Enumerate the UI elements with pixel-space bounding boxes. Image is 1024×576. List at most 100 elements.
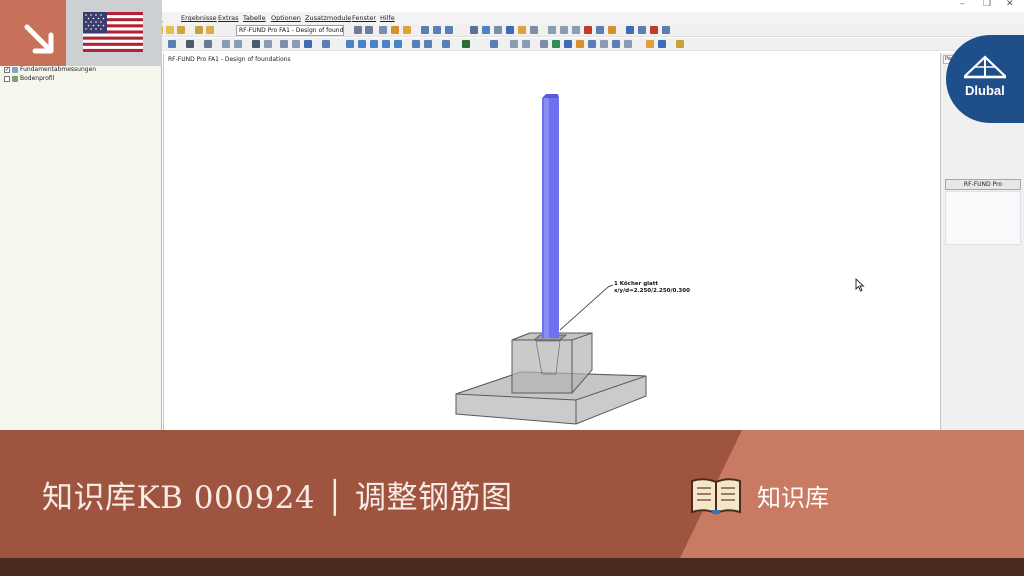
checkbox-checked-icon[interactable]: ✓ <box>4 66 10 73</box>
section-icon[interactable] <box>433 26 441 34</box>
zoom-previous-icon[interactable] <box>394 40 402 48</box>
node-icon[interactable] <box>548 26 556 34</box>
chart-icon[interactable] <box>676 40 684 48</box>
release-icon[interactable] <box>612 40 620 48</box>
mirror-icon[interactable] <box>280 40 288 48</box>
layers-icon[interactable] <box>462 40 470 48</box>
filter-icon[interactable] <box>186 40 194 48</box>
3d-viewport[interactable]: RF-FUND Pro FA1 - Design of foundations … <box>163 54 938 430</box>
annotation-leader-end <box>607 284 614 288</box>
zoom-out-icon[interactable] <box>358 40 366 48</box>
undo-icon[interactable] <box>322 40 330 48</box>
scale-icon[interactable] <box>292 40 300 48</box>
project-navigator: ✓ Fundamentabmessungen Bodenprofil <box>0 53 162 430</box>
copy-icon[interactable] <box>264 40 272 48</box>
snap-icon[interactable] <box>222 40 230 48</box>
menu-item-fenster[interactable]: Fenster <box>352 14 376 22</box>
grid-icon[interactable] <box>596 26 604 34</box>
previous-icon[interactable] <box>354 26 362 34</box>
menu-item-hilfe[interactable]: Hilfe <box>380 14 395 22</box>
help-icon[interactable] <box>626 26 634 34</box>
zoom-all-icon[interactable] <box>370 40 378 48</box>
set-icon[interactable] <box>624 40 632 48</box>
wireframe-icon[interactable] <box>412 40 420 48</box>
next-icon[interactable] <box>365 26 373 34</box>
model-icon[interactable] <box>552 40 560 48</box>
annotation-label-2: x/y/d=2.250/2.250/0.300 <box>614 288 690 294</box>
tree-item-label: Bodenprofil <box>20 75 55 82</box>
bridge-icon <box>964 55 1006 79</box>
view-icon[interactable] <box>421 26 429 34</box>
category-label: 知识库 <box>757 484 829 512</box>
move-icon[interactable] <box>252 40 260 48</box>
render-icon[interactable] <box>445 26 453 34</box>
tree-item-fundamentabmessungen[interactable]: ✓ Fundamentabmessungen <box>4 65 96 74</box>
close-button[interactable]: ✕ <box>1006 0 1014 9</box>
menu-bar: ung Ergebnisse Extras Tabelle Optionen Z… <box>150 12 1024 24</box>
calculate-icon[interactable] <box>391 26 399 34</box>
pan-icon[interactable] <box>482 26 490 34</box>
menu-item-extras[interactable]: Extras <box>218 14 239 22</box>
view-toolbar <box>150 38 1024 51</box>
menu-item-optionen[interactable]: Optionen <box>271 14 301 22</box>
hinge-icon[interactable] <box>600 40 608 48</box>
stop-icon[interactable] <box>650 26 658 34</box>
divide-icon[interactable] <box>304 40 312 48</box>
open-book-icon <box>691 478 741 515</box>
bottom-strip <box>0 558 1024 576</box>
table-icon[interactable] <box>195 26 203 34</box>
line-style-icon[interactable] <box>510 40 518 48</box>
info-icon[interactable] <box>638 26 646 34</box>
menu-item-tabelle[interactable]: Tabelle <box>243 14 266 22</box>
arrow-down-right-icon <box>24 24 54 54</box>
banner-title: 知识库KB 000924 │ 调整钢筋图 <box>42 480 513 516</box>
warning-icon[interactable] <box>608 26 616 34</box>
measure-icon[interactable] <box>204 40 212 48</box>
results-icon[interactable] <box>379 26 387 34</box>
minimize-button[interactable]: – <box>960 0 965 9</box>
iso-view-icon[interactable] <box>506 26 514 34</box>
menu-item-zusatzmodule[interactable]: Zusatzmodule <box>305 14 351 22</box>
title-banner: 知识库KB 000924 │ 调整钢筋图 知识库 <box>0 430 1024 558</box>
dimension-icon[interactable] <box>234 40 242 48</box>
load-icon[interactable] <box>576 40 584 48</box>
open-folder-icon[interactable] <box>166 26 174 34</box>
support-icon[interactable] <box>588 40 596 48</box>
member-icon[interactable] <box>564 40 572 48</box>
section-cut-icon[interactable] <box>522 40 530 48</box>
maximize-button[interactable]: ❐ <box>983 0 991 9</box>
transparent-icon[interactable] <box>442 40 450 48</box>
new-file-icon[interactable] <box>177 26 185 34</box>
axes-icon[interactable] <box>490 40 498 48</box>
module-case-select[interactable]: RF-FUND Pro FA1 - Design of foundati <box>236 25 344 36</box>
main-toolbar: RF-FUND Pro FA1 - Design of foundati <box>150 24 1024 37</box>
checkbox-unchecked-icon[interactable] <box>4 75 10 82</box>
display-icon[interactable] <box>530 26 538 34</box>
frame-icon[interactable] <box>540 40 548 48</box>
soil-profile-icon <box>12 75 18 82</box>
pocket-block <box>511 332 593 394</box>
panel-content-area <box>945 191 1021 245</box>
highlight-icon[interactable] <box>518 26 526 34</box>
tree-item-bodenprofil[interactable]: Bodenprofil <box>4 74 54 83</box>
surface-icon[interactable] <box>572 26 580 34</box>
zoom-icon[interactable] <box>470 26 478 34</box>
values-icon[interactable] <box>403 26 411 34</box>
solid-icon[interactable] <box>424 40 432 48</box>
column-highlight <box>544 98 549 338</box>
select-icon[interactable] <box>168 40 176 48</box>
line-icon[interactable] <box>560 26 568 34</box>
zoom-window-icon[interactable] <box>382 40 390 48</box>
report-icon[interactable] <box>646 40 654 48</box>
zoom-in-icon[interactable] <box>346 40 354 48</box>
dimensions-icon <box>12 66 18 73</box>
print-icon[interactable] <box>206 26 214 34</box>
rotate-icon[interactable] <box>494 26 502 34</box>
rf-fund-pro-button[interactable]: RF-FUND Pro <box>945 179 1021 190</box>
menu-item-ergebnisse[interactable]: Ergebnisse <box>181 14 217 22</box>
delete-icon[interactable] <box>584 26 592 34</box>
annotation-label-1: 1 Köcher glatt <box>614 281 658 287</box>
export-icon[interactable] <box>658 40 666 48</box>
united-states-flag[interactable] <box>83 12 143 52</box>
window-icon[interactable] <box>662 26 670 34</box>
